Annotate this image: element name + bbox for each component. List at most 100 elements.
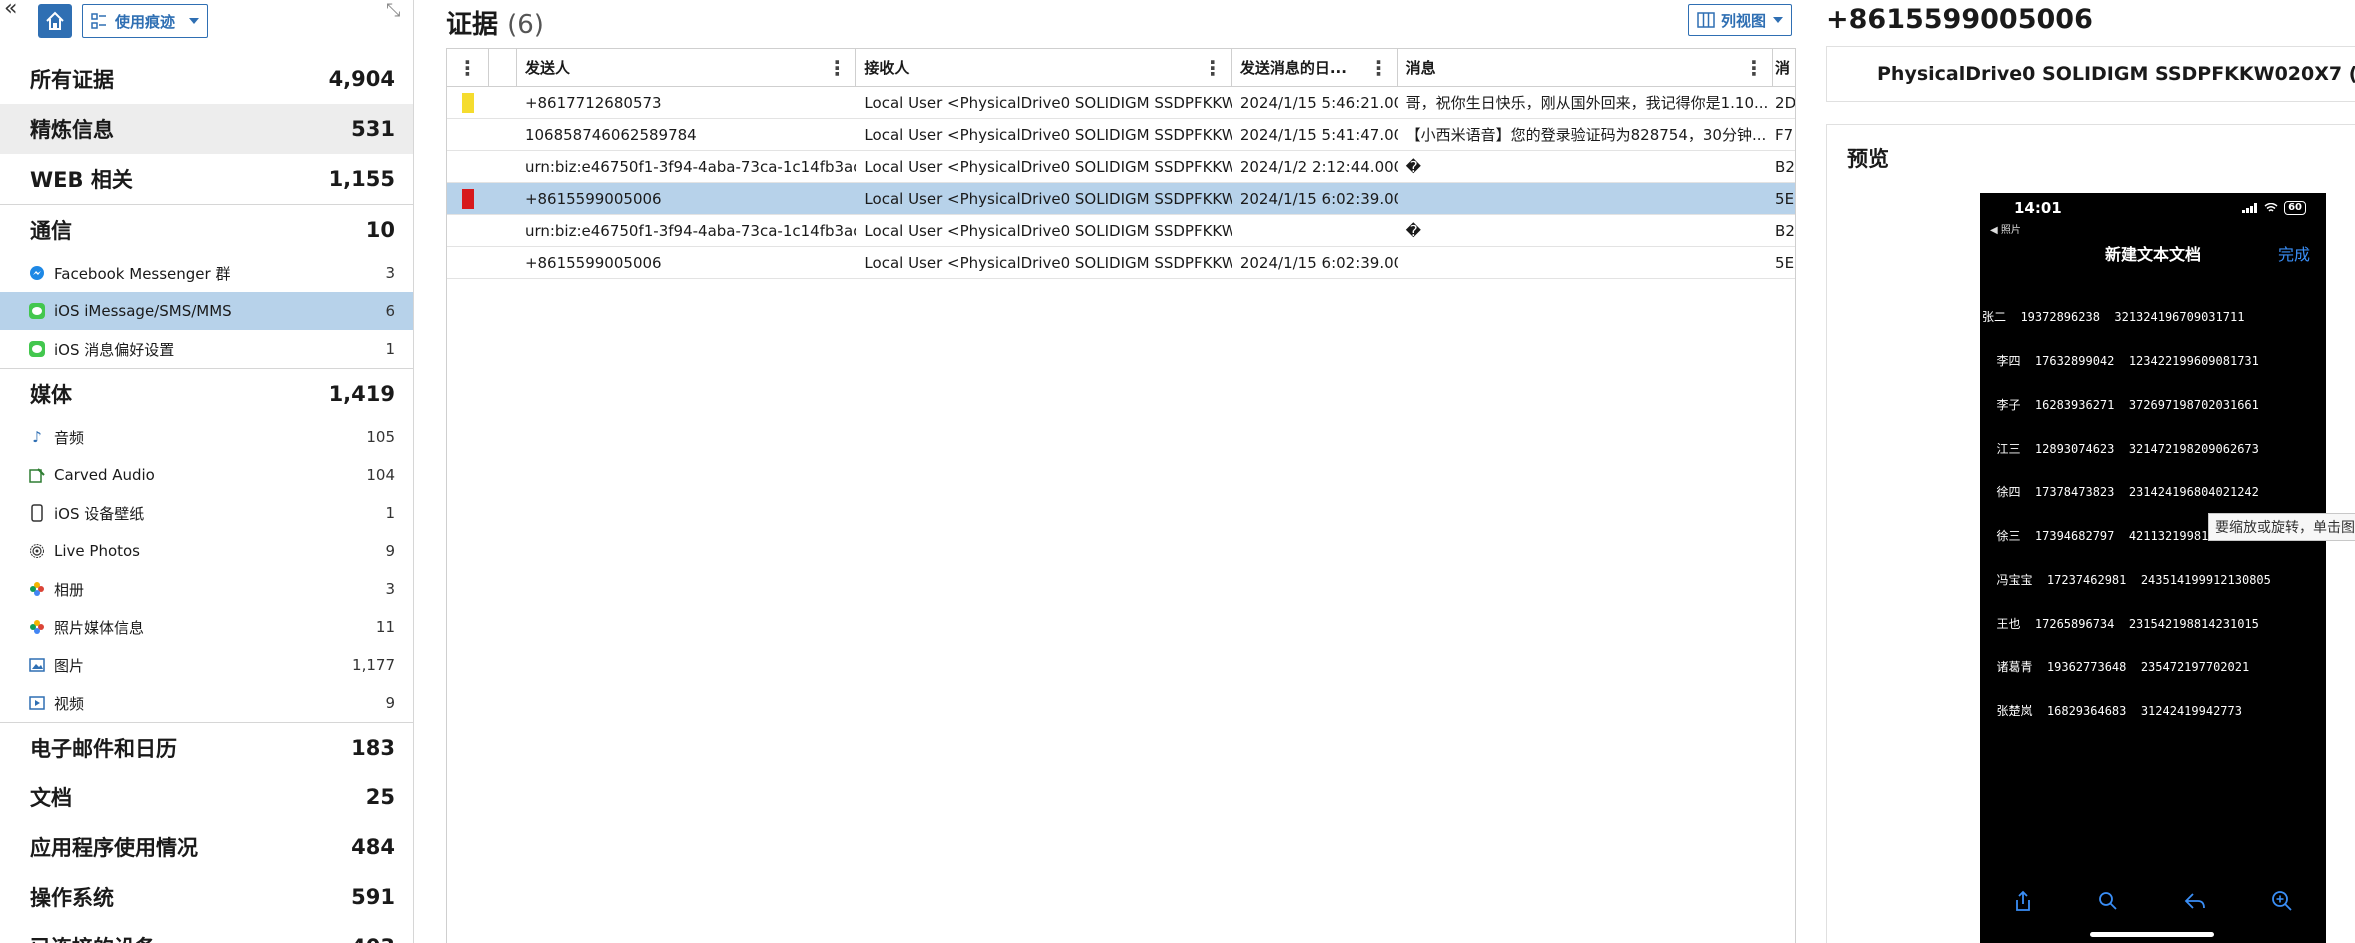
category-media[interactable]: 媒体 1,419: [0, 368, 413, 418]
column-header-message[interactable]: 消息 ⋮: [1398, 49, 1774, 86]
sidebar-item-label: 图片: [54, 656, 85, 675]
table-row-selected[interactable]: +8615599005006 Local User <PhysicalDrive…: [447, 183, 1795, 215]
text-line: 李四 17632899042 123422199609081731: [1982, 353, 2259, 368]
chevron-down-icon: [1773, 17, 1783, 23]
sidebar-item-videos[interactable]: 视频 9: [0, 684, 413, 722]
table-row[interactable]: 106858746062589784 Local User <PhysicalD…: [447, 119, 1795, 151]
detail-source-label: PhysicalDrive0 SOLIDIGM SSDPFKKW020X7 (1…: [1877, 63, 2355, 85]
flag-marker: [462, 253, 474, 273]
sidebar-item-count: 11: [375, 618, 395, 636]
category-web-related[interactable]: WEB 相关 1,155: [0, 154, 413, 204]
column-flag-header[interactable]: [489, 49, 517, 86]
sidebar-item-carved-audio[interactable]: Carved Audio 104: [0, 456, 413, 494]
columns-icon: [1697, 12, 1715, 28]
sidebar-item-count: 9: [385, 694, 395, 712]
sidebar-item-albums[interactable]: 相册 3: [0, 570, 413, 608]
row-flag-cell: [447, 87, 489, 118]
category-all-evidence[interactable]: 所有证据 4,904: [0, 54, 413, 104]
detail-source: PhysicalDrive0 SOLIDIGM SSDPFKKW020X7 (1…: [1826, 46, 2355, 102]
sidebar-item-ios-wallpaper[interactable]: iOS 设备壁纸 1: [0, 494, 413, 532]
flag-marker: [462, 221, 474, 241]
text-line: 江三 12893074623 321472198209062673: [1982, 441, 2259, 456]
sidebar: « 使用痕迹 ⤡ 所有证据 4,904 精炼信息 531 WEB 相关 1,155 通…: [0, 0, 414, 943]
usage-trace-label: 使用痕迹: [115, 12, 176, 31]
column-options[interactable]: ⋮: [447, 49, 489, 86]
column-header-recipient[interactable]: 接收人 ⋮: [856, 49, 1232, 86]
phone-done-button: 完成: [2277, 245, 2310, 264]
sidebar-item-facebook-messenger[interactable]: Facebook Messenger 群 3: [0, 254, 413, 292]
evidence-panel: 证据 (6) 列视图 ⋮ 发送人 ⋮ 接收人 ⋮ 发送消息的日... ⋮ 消息 ⋮ 消 …: [446, 0, 1796, 943]
column-header-extra[interactable]: 消: [1773, 49, 1795, 86]
sidebar-item-photo-media-info[interactable]: 照片媒体信息 11: [0, 608, 413, 646]
category-operating-system[interactable]: 操作系统 591: [0, 872, 413, 922]
preview-image[interactable]: 14:01 ◀ 照片 60 新建文本文档 完成 张二 19372896238 3…: [1980, 193, 2326, 943]
column-header-sent-date[interactable]: 发送消息的日... ⋮: [1232, 49, 1398, 86]
category-count: 591: [351, 885, 395, 909]
row-spacer: [489, 151, 517, 182]
cell-extra: B2: [1775, 221, 1795, 240]
row-spacer: [489, 119, 517, 150]
column-header-sender[interactable]: 发送人 ⋮: [517, 49, 857, 86]
sidebar-item-audio[interactable]: ♪ 音频 105: [0, 418, 413, 456]
cell-message: 哥，祝你生日快乐，刚从国外回来，我记得你是1.10...: [1405, 94, 1769, 112]
cell-date: 2024/1/15 5:41:47.000: [1239, 125, 1398, 144]
sidebar-item-label: Live Photos: [54, 542, 141, 560]
kebab-icon[interactable]: ⋮: [1744, 58, 1764, 78]
category-count: 403: [351, 935, 395, 943]
sidebar-toolbar: « 使用痕迹 ⤡: [0, 0, 413, 54]
preview-title: 预览: [1847, 147, 1889, 171]
collapse-icon[interactable]: «: [4, 0, 17, 20]
cell-sender: +8615599005006: [524, 189, 662, 208]
category-refined-results[interactable]: 精炼信息 531: [0, 104, 413, 154]
text-line: 徐四 17378473823 231424196804021242: [1982, 485, 2259, 500]
cell-extra: B2: [1775, 157, 1795, 176]
category-documents[interactable]: 文档 25: [0, 772, 413, 822]
phone-toolbar: [1980, 881, 2326, 921]
table-header: ⋮ 发送人 ⋮ 接收人 ⋮ 发送消息的日... ⋮ 消息 ⋮ 消: [447, 49, 1795, 87]
category-count: 183: [351, 735, 395, 760]
sidebar-item-label: Carved Audio: [54, 466, 155, 484]
sidebar-item-ios-imessage[interactable]: iOS iMessage/SMS/MMS 6: [0, 292, 413, 330]
cell-recipient: Local User <PhysicalDrive0 SOLIDIGM SSDP…: [864, 253, 1232, 272]
zoom-tooltip: 要缩放或旋转，单击图片: [2208, 513, 2355, 541]
imessage-icon: [28, 302, 46, 320]
cell-date: 2024/1/15 6:02:39.000: [1239, 253, 1398, 272]
kebab-icon: ⋮: [457, 55, 478, 80]
flag-marker: [462, 125, 474, 145]
sidebar-item-pictures[interactable]: 图片 1,177: [0, 646, 413, 684]
table-row[interactable]: +8617712680573 Local User <PhysicalDrive…: [447, 87, 1795, 119]
table-row[interactable]: urn:biz:e46750f1-3f94-4aba-73ca-1c14fb3a…: [447, 151, 1795, 183]
unpin-icon[interactable]: ⤡: [386, 0, 400, 21]
cell-recipient: Local User <PhysicalDrive0 SOLIDIGM SSDP…: [864, 189, 1232, 208]
sidebar-item-count: 9: [385, 542, 395, 560]
category-connected-devices[interactable]: 已连接的设备 403: [0, 922, 413, 943]
evidence-header: 证据 (6) 列视图: [446, 0, 1796, 44]
sidebar-item-label: Facebook Messenger 群: [54, 264, 231, 283]
sidebar-item-ios-message-prefs[interactable]: iOS 消息偏好设置 1: [0, 330, 413, 368]
cell-message: ￼￼�: [1405, 157, 1421, 176]
text-line: 王也 17265896734 231542198814231015: [1982, 616, 2259, 631]
column-view-button[interactable]: 列视图: [1688, 4, 1792, 36]
category-label: 应用程序使用情况: [30, 836, 198, 860]
cell-recipient: Local User <PhysicalDrive0 SOLIDIGM SSDP…: [864, 93, 1232, 112]
flag-marker: [461, 92, 474, 113]
app-window: « 使用痕迹 ⤡ 所有证据 4,904 精炼信息 531 WEB 相关 1,155 通…: [0, 0, 2355, 943]
search-icon: [2099, 892, 2117, 910]
layout-icon: [91, 13, 106, 29]
kebab-icon[interactable]: ⋮: [1369, 58, 1389, 78]
usage-trace-button[interactable]: 使用痕迹: [82, 4, 208, 38]
table-row[interactable]: urn:biz:e46750f1-3f94-4aba-73ca-1c14fb3a…: [447, 215, 1795, 247]
category-app-usage[interactable]: 应用程序使用情况 484: [0, 822, 413, 872]
table-row[interactable]: +8615599005006 Local User <PhysicalDrive…: [447, 247, 1795, 279]
carved-audio-icon: [28, 466, 46, 484]
category-chat[interactable]: 通信 10: [0, 204, 413, 254]
cell-date: 2024/1/15 6:02:39.000: [1239, 189, 1398, 208]
zoom-in-icon: [2272, 891, 2292, 911]
column-header-label: 消息: [1405, 59, 1436, 77]
sidebar-item-live-photos[interactable]: Live Photos 9: [0, 532, 413, 570]
kebab-icon[interactable]: ⋮: [1203, 58, 1223, 78]
kebab-icon[interactable]: ⋮: [827, 58, 847, 78]
category-email-calendar[interactable]: 电子邮件和日历 183: [0, 722, 413, 772]
home-button[interactable]: [38, 4, 72, 38]
sidebar-item-count: 6: [385, 302, 395, 320]
